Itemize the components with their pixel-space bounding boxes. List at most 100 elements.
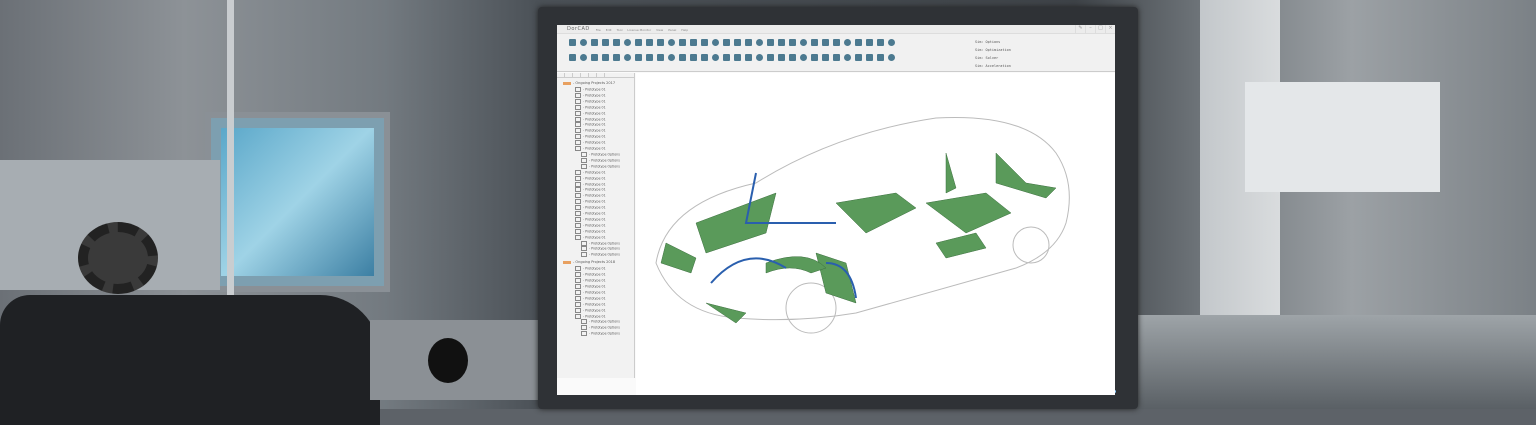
tool-icon[interactable]	[723, 39, 730, 46]
tool-icon[interactable]	[756, 39, 763, 46]
tool-icon[interactable]	[679, 39, 686, 46]
tool-icon[interactable]	[602, 39, 609, 46]
tool-icon[interactable]	[712, 54, 719, 61]
tree-item[interactable]: - Prototype Options	[563, 252, 628, 258]
tool-icon[interactable]	[800, 39, 807, 46]
folder-icon	[563, 260, 571, 264]
tool-icon[interactable]	[811, 54, 818, 61]
tool-icon[interactable]	[624, 39, 631, 46]
tool-icon[interactable]	[866, 54, 873, 61]
tool-icon[interactable]	[734, 54, 741, 61]
tool-icon[interactable]	[602, 54, 609, 61]
metal-block	[370, 320, 540, 400]
tool-icon[interactable]	[745, 39, 752, 46]
tool-icon[interactable]	[690, 39, 697, 46]
tool-icon[interactable]	[888, 39, 895, 46]
tool-icon[interactable]	[690, 54, 697, 61]
toolbar: Sim: Options Sim: Optimization Sim: Solv…	[557, 34, 1115, 72]
tree-group[interactable]: - Ongoing Projects 2017	[563, 81, 628, 85]
close-button[interactable]: ×	[1105, 25, 1115, 33]
tool-icon[interactable]	[613, 54, 620, 61]
project-tree: - Ongoing Projects 2017- Prototype 01- P…	[557, 73, 635, 378]
tool-icon[interactable]	[657, 54, 664, 61]
tool-icon[interactable]	[800, 54, 807, 61]
app-title: DorCAD	[567, 26, 590, 32]
tool-icon[interactable]	[811, 39, 818, 46]
tool-icon[interactable]	[712, 39, 719, 46]
menu-license-monitor[interactable]: License Monitor	[627, 28, 651, 32]
tool-icon[interactable]	[701, 39, 708, 46]
tool-icon[interactable]	[778, 39, 785, 46]
tab[interactable]	[581, 73, 589, 77]
tree-item[interactable]: - Prototype Options	[563, 331, 628, 337]
sim-options[interactable]: Sim: Options	[975, 38, 1011, 46]
tab[interactable]	[565, 73, 573, 77]
tool-icon[interactable]	[844, 54, 851, 61]
menu-panel[interactable]: Panel	[668, 28, 676, 32]
tool-icon[interactable]	[646, 39, 653, 46]
tool-icon[interactable]	[646, 54, 653, 61]
tool-icon[interactable]	[855, 39, 862, 46]
group-label: - Ongoing Projects 2018	[573, 260, 616, 265]
tool-icon[interactable]	[668, 54, 675, 61]
tab[interactable]	[597, 73, 605, 77]
tool-icon[interactable]	[789, 54, 796, 61]
tool-icon[interactable]	[635, 54, 642, 61]
tool-icon[interactable]	[789, 39, 796, 46]
tool-icon[interactable]	[822, 39, 829, 46]
tool-icon[interactable]	[580, 54, 587, 61]
title-bar: DorCAD File Edit Tool License Monitor View Pa…	[557, 25, 1115, 34]
menu-tool[interactable]: Tool	[617, 28, 623, 32]
viewport-3d[interactable]	[636, 73, 1115, 395]
folder-icon	[563, 81, 571, 85]
menu-file[interactable]: File	[596, 28, 601, 32]
tool-icon[interactable]	[624, 54, 631, 61]
chair-back	[0, 295, 380, 425]
menu-edit[interactable]: Edit	[606, 28, 612, 32]
tool-icon[interactable]	[569, 54, 576, 61]
sim-acceleration[interactable]: Sim: Acceleration	[975, 62, 1011, 70]
pen-icon[interactable]: ✎	[1075, 25, 1085, 33]
maximize-button[interactable]: □	[1095, 25, 1105, 33]
tool-icon[interactable]	[580, 39, 587, 46]
tool-icon[interactable]	[866, 39, 873, 46]
tool-icon[interactable]	[613, 39, 620, 46]
tool-icon[interactable]	[833, 39, 840, 46]
tool-icon[interactable]	[701, 54, 708, 61]
tab[interactable]	[589, 73, 597, 77]
tab[interactable]	[557, 73, 565, 77]
tool-icon[interactable]	[679, 54, 686, 61]
minimize-button[interactable]: –	[1085, 25, 1095, 33]
tool-icon[interactable]	[723, 54, 730, 61]
menu-view[interactable]: View	[656, 28, 663, 32]
group-label: - Ongoing Projects 2017	[573, 81, 616, 85]
tool-icon[interactable]	[591, 54, 598, 61]
tab[interactable]	[573, 73, 581, 77]
menu-help[interactable]: Help	[681, 28, 688, 32]
tool-icon[interactable]	[591, 39, 598, 46]
tree-group[interactable]: - Ongoing Projects 2018	[563, 260, 628, 264]
sim-optimization[interactable]: Sim: Optimization	[975, 46, 1011, 54]
tool-icon[interactable]	[855, 54, 862, 61]
tool-icon[interactable]	[569, 39, 576, 46]
tool-icon[interactable]	[635, 39, 642, 46]
tool-icon[interactable]	[822, 54, 829, 61]
tool-icon[interactable]	[657, 39, 664, 46]
tool-icon[interactable]	[877, 54, 884, 61]
tool-icon[interactable]	[668, 39, 675, 46]
car-model	[655, 116, 1070, 334]
tool-icon[interactable]	[833, 54, 840, 61]
tool-icon[interactable]	[767, 54, 774, 61]
tool-icon[interactable]	[767, 39, 774, 46]
rear-wheel	[1012, 226, 1050, 264]
tool-icon[interactable]	[745, 54, 752, 61]
tool-icon[interactable]	[888, 54, 895, 61]
green-parts	[660, 152, 1057, 324]
tool-icon[interactable]	[877, 39, 884, 46]
gear	[78, 222, 158, 294]
tool-icon[interactable]	[844, 39, 851, 46]
tool-icon[interactable]	[734, 39, 741, 46]
tool-icon[interactable]	[756, 54, 763, 61]
tool-icon[interactable]	[778, 54, 785, 61]
sim-solver[interactable]: Sim: Solver	[975, 54, 1011, 62]
